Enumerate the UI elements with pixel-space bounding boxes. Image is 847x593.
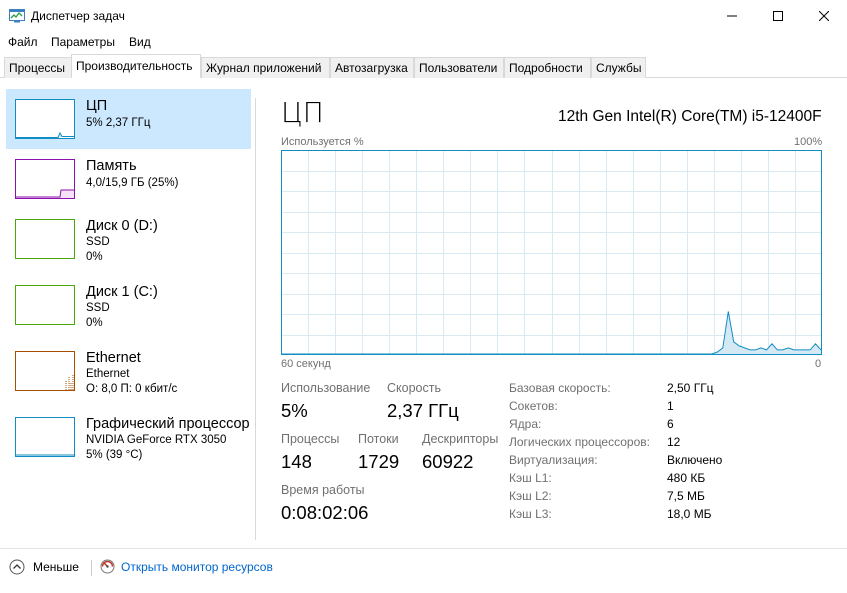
usage-value: 5% (281, 400, 308, 421)
graph-label-zero: 0 (815, 358, 822, 370)
sidebar-item-detail: SSD (86, 236, 110, 248)
detail-value-base-speed: 2,50 ГГц (667, 381, 714, 395)
detail-value-l2-cache: 7,5 МБ (667, 489, 705, 503)
resource-monitor-icon (100, 559, 115, 574)
sidebar-item-disk-0[interactable]: Диск 0 (D:) SSD 0% (6, 209, 251, 269)
graph-label-max: 100% (794, 136, 823, 148)
minimize-button[interactable] (709, 0, 755, 32)
sidebar-item-detail: NVIDIA GeForce RTX 3050 (86, 434, 227, 446)
ethernet-thumbnail-graph (15, 351, 75, 391)
cpu-thumbnail-graph (15, 99, 75, 139)
memory-thumbnail-graph (15, 159, 75, 199)
uptime-label: Время работы (281, 483, 365, 497)
usage-label: Использование (281, 381, 371, 395)
detail-value-logical-processors: 12 (667, 435, 681, 449)
sidebar-item-title: Диск 0 (D:) (86, 218, 158, 234)
chevron-up-circle-icon (9, 559, 25, 575)
fewer-details-button[interactable]: Меньше (9, 559, 79, 575)
menu-view[interactable]: Вид (129, 35, 151, 49)
close-icon (819, 11, 829, 21)
sidebar-item-detail: SSD (86, 302, 110, 314)
tab-performance[interactable]: Производительность (71, 54, 201, 78)
sidebar-item-memory[interactable]: Память 4,0/15,9 ГБ (25%) (6, 149, 251, 209)
sidebar-item-gpu[interactable]: Графический процессор NVIDIA GeForce RTX… (6, 407, 251, 467)
sidebar-item-ethernet[interactable]: Ethernet Ethernet О: 8,0 П: 0 кбит/с (6, 341, 251, 401)
detail-value-virtualization: Включено (667, 453, 723, 467)
detail-key-sockets: Сокетов: (509, 399, 558, 413)
tab-users[interactable]: Пользователи (414, 57, 504, 78)
threads-value: 1729 (358, 451, 400, 472)
handles-label: Дескрипторы (422, 432, 499, 446)
sidebar-item-detail: 5% 2,37 ГГц (86, 117, 151, 129)
close-button[interactable] (801, 0, 847, 32)
tab-services[interactable]: Службы (591, 57, 646, 78)
sidebar-item-throughput: О: 8,0 П: 0 кбит/с (86, 383, 178, 395)
detail-key-virtualization: Виртуализация: (509, 453, 598, 467)
cpu-usage-graph (281, 150, 822, 355)
speed-label: Скорость (387, 381, 441, 395)
detail-key-logical-processors: Логических процессоров: (509, 435, 650, 449)
detail-key-l1-cache: Кэш L1: (509, 471, 552, 485)
sidebar-item-title: ЦП (86, 98, 108, 114)
window-title: Диспетчер задач (31, 9, 125, 23)
tab-startup[interactable]: Автозагрузка (330, 57, 414, 78)
uptime-value: 0:08:02:06 (281, 502, 369, 523)
sidebar-item-usage: 5% (39 °C) (86, 449, 143, 461)
detail-key-l2-cache: Кэш L2: (509, 489, 552, 503)
footer-separator (91, 560, 92, 576)
disk-0-thumbnail-graph (15, 219, 75, 259)
graph-label-usage: Используется % (281, 136, 364, 148)
open-resource-monitor-link[interactable]: Открыть монитор ресурсов (100, 559, 273, 574)
sidebar-item-usage: 0% (86, 317, 103, 329)
menu-bar: Файл Параметры Вид (0, 32, 847, 52)
handles-value: 60922 (422, 451, 474, 472)
threads-label: Потоки (358, 432, 399, 446)
sidebar-item-title: Диск 1 (C:) (86, 284, 158, 300)
open-resource-monitor-label: Открыть монитор ресурсов (121, 559, 273, 574)
graph-label-timespan: 60 секунд (281, 358, 331, 370)
task-manager-app-icon (9, 9, 25, 23)
sidebar-item-title: Ethernet (86, 350, 141, 366)
tab-app-history[interactable]: Журнал приложений (201, 57, 330, 78)
speed-value: 2,37 ГГц (387, 400, 459, 421)
detail-key-cores: Ядра: (509, 417, 542, 431)
disk-1-thumbnail-graph (15, 285, 75, 325)
maximize-button[interactable] (755, 0, 801, 32)
detail-key-l3-cache: Кэш L3: (509, 507, 552, 521)
menu-file[interactable]: Файл (8, 35, 38, 49)
sidebar-item-title: Графический процессор (86, 416, 250, 432)
page-title: ЦП (281, 96, 324, 129)
processes-value: 148 (281, 451, 312, 472)
footer: Меньше Открыть монитор ресурсов (0, 548, 847, 593)
detail-value-sockets: 1 (667, 399, 674, 413)
sidebar-item-usage: 0% (86, 251, 103, 263)
sidebar-item-detail: Ethernet (86, 368, 130, 380)
fewer-details-label: Меньше (33, 560, 79, 574)
minimize-icon (727, 15, 737, 17)
sidebar-item-detail: 4,0/15,9 ГБ (25%) (86, 177, 179, 189)
detail-value-l3-cache: 18,0 МБ (667, 507, 712, 521)
sidebar-item-disk-1[interactable]: Диск 1 (C:) SSD 0% (6, 275, 251, 335)
gpu-thumbnail-graph (15, 417, 75, 457)
sidebar-item-title: Память (86, 158, 137, 174)
tab-processes[interactable]: Процессы (4, 57, 72, 78)
tab-details[interactable]: Подробности (504, 57, 591, 78)
maximize-icon (773, 11, 783, 21)
detail-value-cores: 6 (667, 417, 674, 431)
processes-label: Процессы (281, 432, 340, 446)
sidebar-divider (255, 98, 256, 540)
detail-key-base-speed: Базовая скорость: (509, 381, 611, 395)
title-bar: Диспетчер задач (0, 0, 847, 32)
cpu-model-name: 12th Gen Intel(R) Core(TM) i5-12400F (558, 108, 822, 125)
sidebar-item-cpu[interactable]: ЦП 5% 2,37 ГГц (6, 89, 251, 149)
resource-sidebar: ЦП 5% 2,37 ГГц Память 4,0/15,9 ГБ (25%) … (0, 78, 256, 540)
detail-value-l1-cache: 480 КБ (667, 471, 706, 485)
menu-options[interactable]: Параметры (51, 35, 115, 49)
